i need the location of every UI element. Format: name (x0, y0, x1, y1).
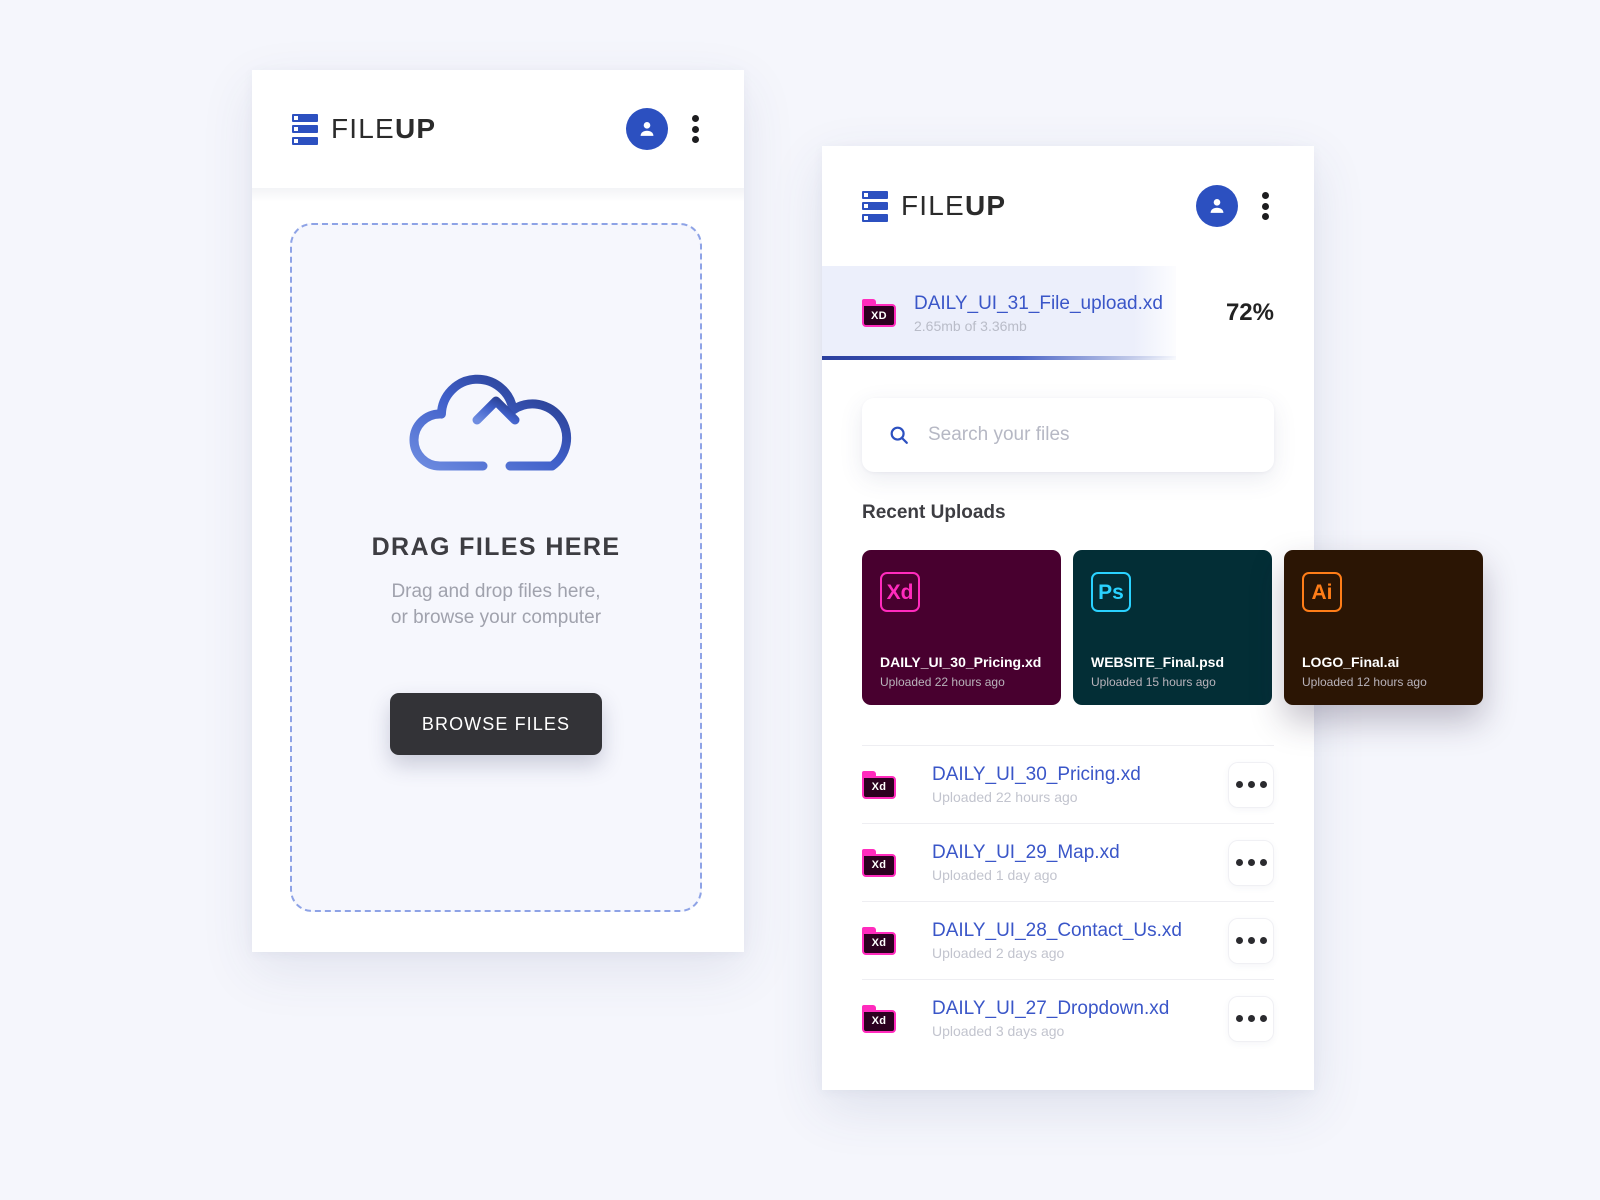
files-panel: FILEUP XD DAILY_UI_31_File_upload.xd 2.6… (822, 146, 1483, 1090)
upload-panel: FILEUP DRAG FILES HERE Drag and drop fil… (252, 70, 744, 952)
active-upload-percent: 72% (1225, 299, 1274, 326)
server-stack-icon (292, 113, 318, 145)
xd-file-icon-label: Xd (862, 775, 896, 799)
xd-file-icon: Xd (862, 1004, 896, 1033)
dropzone-subtitle-line2: or browse your computer (390, 607, 602, 628)
row-more-button[interactable] (1228, 761, 1274, 808)
dropzone[interactable]: DRAG FILES HERE Drag and drop files here… (290, 223, 702, 912)
upload-panel-topbar: FILEUP (252, 70, 744, 202)
browse-files-button[interactable]: BROWSE FILES (390, 693, 602, 755)
file-row-uploaded: Uploaded 1 day ago (932, 867, 1058, 883)
files-panel-topbar: FILEUP (822, 146, 1314, 266)
file-row-name[interactable]: DAILY_UI_30_Pricing.xd (932, 764, 1210, 786)
xd-file-icon-label: Xd (862, 931, 896, 955)
app-logo[interactable]: FILEUP (292, 113, 436, 145)
active-upload-progress-bar (822, 356, 1177, 360)
file-row-meta: DAILY_UI_27_Dropdown.xd Uploaded 3 days … (932, 998, 1210, 1039)
user-icon (1210, 199, 1224, 213)
ps-badge-icon: Ps (1091, 572, 1131, 612)
app-title-bold: UP (964, 190, 1007, 221)
xd-file-icon: Xd (862, 926, 896, 955)
xd-file-icon-label: Xd (862, 1009, 896, 1033)
xd-file-icon: Xd (862, 848, 896, 877)
upload-panel-actions (626, 108, 706, 150)
files-panel-actions (1196, 185, 1276, 227)
dropzone-title: DRAG FILES HERE (371, 533, 621, 561)
app-title: FILEUP (331, 113, 436, 145)
row-more-button[interactable] (1228, 839, 1274, 886)
recent-card-uploaded: Uploaded 22 hours ago (880, 675, 1005, 689)
active-upload-size: 2.65mb of 3.36mb (914, 317, 1027, 334)
recent-card-name: LOGO_Final.ai (1302, 654, 1400, 670)
recent-card-ai[interactable]: Ai LOGO_Final.ai Uploaded 12 hours ago (1284, 550, 1483, 705)
upload-panel-body: DRAG FILES HERE Drag and drop files here… (252, 188, 744, 952)
file-row-uploaded: Uploaded 22 hours ago (932, 789, 1078, 805)
active-upload-row: XD DAILY_UI_31_File_upload.xd 2.65mb of … (822, 266, 1314, 360)
recent-card-ps[interactable]: Ps WEBSITE_Final.psd Uploaded 15 hours a… (1073, 550, 1272, 705)
avatar[interactable] (626, 108, 668, 150)
overflow-menu-icon[interactable] (1254, 189, 1276, 223)
recent-uploads-cards: Xd DAILY_UI_30_Pricing.xd Uploaded 22 ho… (862, 550, 1483, 705)
recent-card-name: DAILY_UI_30_Pricing.xd (880, 654, 1042, 670)
file-row-name[interactable]: DAILY_UI_28_Contact_Us.xd (932, 920, 1210, 942)
avatar[interactable] (1196, 185, 1238, 227)
file-row-meta: DAILY_UI_29_Map.xd Uploaded 1 day ago (932, 842, 1210, 883)
app-title-light: FILE (331, 113, 395, 144)
recent-card-uploaded: Uploaded 12 hours ago (1302, 675, 1427, 689)
table-row[interactable]: Xd DAILY_UI_30_Pricing.xd Uploaded 22 ho… (862, 745, 1274, 823)
file-row-uploaded: Uploaded 3 days ago (932, 1023, 1065, 1039)
file-row-name[interactable]: DAILY_UI_27_Dropdown.xd (932, 998, 1210, 1020)
recent-uploads-heading: Recent Uploads (862, 502, 1006, 523)
dropzone-subtitle: Drag and drop files here, or browse your… (391, 579, 601, 631)
recent-card-name: WEBSITE_Final.psd (1091, 654, 1225, 670)
dropzone-subtitle-line1: Drag and drop files here, (391, 581, 601, 602)
active-upload-content: XD DAILY_UI_31_File_upload.xd 2.65mb of … (862, 293, 1314, 334)
app-title-secondary: FILEUP (901, 190, 1006, 222)
files-panel-content: Recent Uploads Xd DAILY_UI_30_Pricing.xd… (822, 360, 1483, 1057)
server-stack-icon (862, 190, 888, 222)
recent-card-uploaded: Uploaded 15 hours ago (1091, 675, 1216, 689)
table-row[interactable]: Xd DAILY_UI_27_Dropdown.xd Uploaded 3 da… (862, 979, 1274, 1057)
file-row-uploaded: Uploaded 2 days ago (932, 945, 1065, 961)
xd-file-icon: Xd (862, 770, 896, 799)
app-title-bold: UP (394, 113, 437, 144)
app-logo-secondary[interactable]: FILEUP (862, 190, 1006, 222)
active-upload-meta: DAILY_UI_31_File_upload.xd 2.65mb of 3.3… (914, 293, 1226, 334)
recent-card-xd[interactable]: Xd DAILY_UI_30_Pricing.xd Uploaded 22 ho… (862, 550, 1061, 705)
row-more-button[interactable] (1228, 917, 1274, 964)
cloud-upload-icon (407, 355, 585, 485)
active-upload-filename[interactable]: DAILY_UI_31_File_upload.xd (914, 293, 1226, 315)
table-row[interactable]: Xd DAILY_UI_29_Map.xd Uploaded 1 day ago (862, 823, 1274, 901)
page-root: FILEUP DRAG FILES HERE Drag and drop fil… (0, 0, 1600, 1200)
file-row-meta: DAILY_UI_28_Contact_Us.xd Uploaded 2 day… (932, 920, 1210, 961)
xd-file-icon-label: Xd (862, 853, 896, 877)
file-row-name[interactable]: DAILY_UI_29_Map.xd (932, 842, 1210, 864)
app-title-light: FILE (901, 190, 965, 221)
file-list: Xd DAILY_UI_30_Pricing.xd Uploaded 22 ho… (862, 745, 1274, 1057)
xd-file-icon: XD (862, 299, 896, 327)
search-input[interactable] (928, 424, 1248, 446)
row-more-button[interactable] (1228, 995, 1274, 1042)
search-bar[interactable] (862, 398, 1274, 472)
ai-badge-icon: Ai (1302, 572, 1342, 612)
overflow-menu-icon[interactable] (684, 112, 706, 146)
table-row[interactable]: Xd DAILY_UI_28_Contact_Us.xd Uploaded 2 … (862, 901, 1274, 979)
user-icon (640, 122, 654, 136)
search-icon (890, 426, 908, 444)
xd-file-icon-label: XD (862, 304, 896, 327)
xd-badge-icon: Xd (880, 572, 920, 612)
file-row-meta: DAILY_UI_30_Pricing.xd Uploaded 22 hours… (932, 764, 1210, 805)
